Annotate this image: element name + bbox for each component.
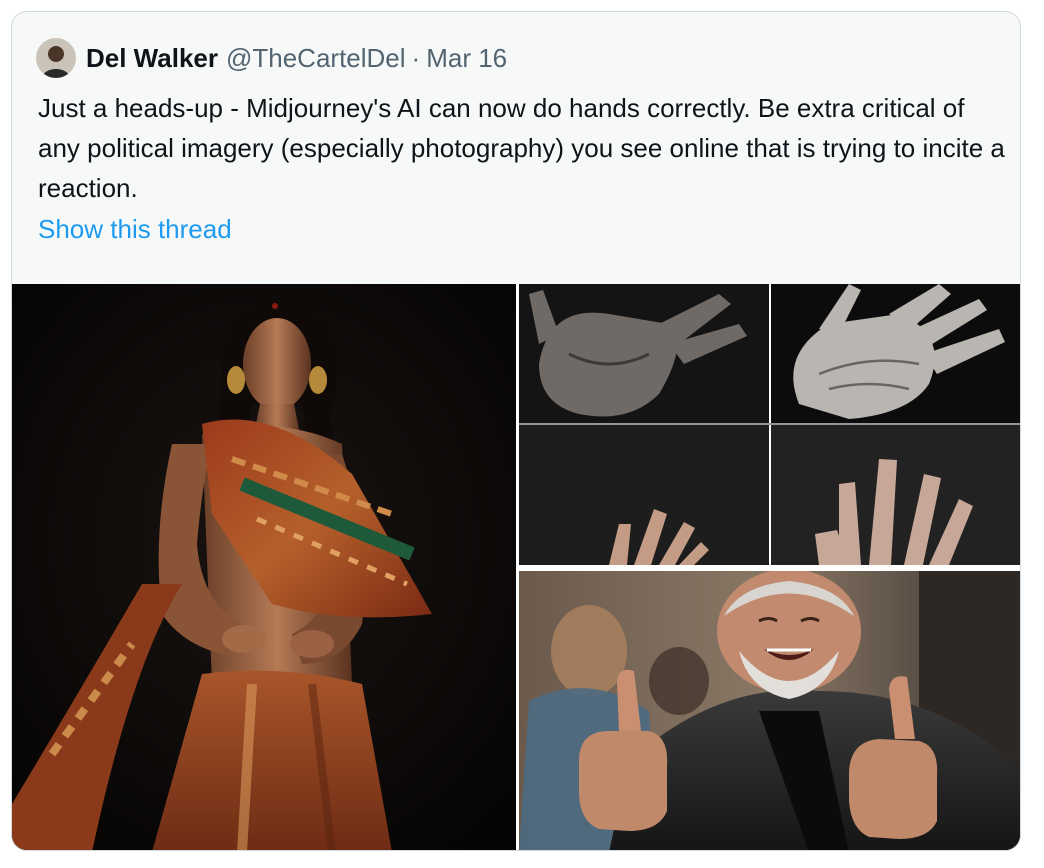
author-name[interactable]: Del Walker (86, 43, 218, 74)
tweet-date[interactable]: Mar 16 (426, 43, 507, 74)
show-thread-link[interactable]: Show this thread (38, 214, 232, 245)
tweet-text: Just a heads-up - Midjourney's AI can no… (38, 93, 1005, 203)
author-avatar[interactable] (36, 38, 76, 78)
photo-woman-sari[interactable] (12, 284, 516, 850)
author-handle[interactable]: @TheCartelDel (226, 43, 406, 74)
quoted-tweet-card[interactable]: Del Walker @TheCartelDel · Mar 16 Just a… (11, 11, 1021, 851)
photo-man-thumbs-up[interactable] (519, 571, 1020, 850)
photo-hands-grid[interactable] (519, 284, 1020, 565)
separator-dot: · (411, 42, 421, 73)
media-grid (12, 284, 1020, 850)
tweet-header: Del Walker @TheCartelDel · Mar 16 (36, 38, 507, 78)
